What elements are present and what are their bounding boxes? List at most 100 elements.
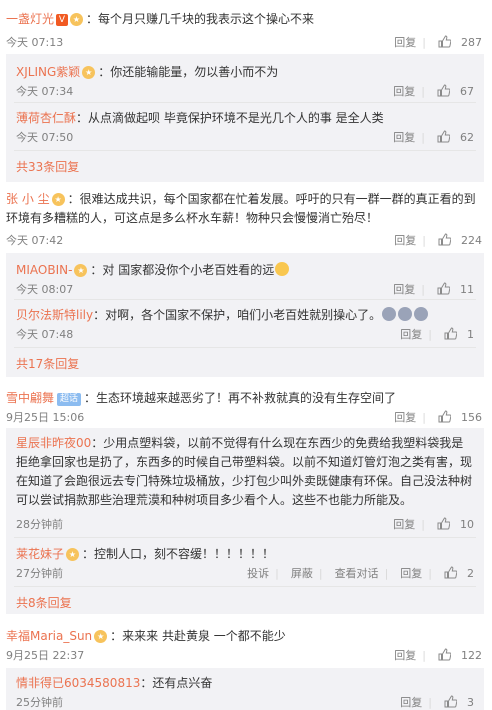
reply-actions: 回复 | 1 xyxy=(394,326,474,342)
divider xyxy=(14,586,476,587)
fan-badge-icon: ★ xyxy=(94,630,108,643)
reply-time: 今天 07:48 xyxy=(16,328,74,341)
comment-user-name[interactable]: 一盏灯光 xyxy=(6,12,54,26)
divider xyxy=(14,537,476,538)
divider: | xyxy=(421,131,425,144)
reply-text: ：从点滴做起呗 毕竟保护环境不是光几个人的事 是全人类 xyxy=(76,111,384,125)
reply-text: ：控制人口，刻不容缓！！！！！！ xyxy=(82,547,275,561)
divider: | xyxy=(421,518,425,531)
thumb-up-icon xyxy=(437,517,450,530)
reply-button[interactable]: 回复 xyxy=(394,649,416,662)
like-button[interactable]: 287 xyxy=(438,35,482,49)
reply-button[interactable]: 回复 xyxy=(393,518,415,531)
reply-button[interactable]: 回复 xyxy=(400,328,422,341)
report-button[interactable]: 投诉 xyxy=(247,567,269,580)
fan-badge-icon: ★ xyxy=(51,193,65,206)
like-button[interactable]: 3 xyxy=(444,695,474,709)
topic-badge: 超话 xyxy=(57,393,82,406)
reply-time: 今天 07:50 xyxy=(16,131,74,144)
thumb-up-icon xyxy=(437,130,450,143)
reply-box: 情非得已6034580813：还有点兴奋 25分钟前 回复 | 3 xyxy=(6,668,484,710)
divider: | xyxy=(421,85,425,98)
reply-actions: 回复 | 67 xyxy=(387,83,474,99)
reply-actions: 投诉 | 屏蔽 | 查看对话 | 回复 | 2 xyxy=(241,565,474,581)
divider: | xyxy=(428,328,432,341)
divider: | xyxy=(422,649,426,662)
block-button[interactable]: 屏蔽 xyxy=(291,567,313,580)
reply-button[interactable]: 回复 xyxy=(393,131,415,144)
reply-user-name[interactable]: 星辰非昨夜00 xyxy=(16,436,91,450)
reply-item: 薄荷杏仁酥：从点滴做起呗 毕竟保护环境不是光几个人的事 是全人类 xyxy=(16,109,474,126)
comment-text: ：很难达成共识，每个国家都在忙着发展。呼吁的只有一群一群的真正看的到环境有多糟糕… xyxy=(6,192,476,225)
thumb-up-icon xyxy=(438,233,451,246)
comment-text-row: 雪中翩舞 超话 ：生态环境越来越恶劣了！再不补救就真的没有生存空间了 xyxy=(6,389,486,406)
like-button[interactable]: 2 xyxy=(444,566,474,580)
reply-user-name[interactable]: 情非得已6034580813 xyxy=(16,676,140,690)
comment-user-name[interactable]: 雪中翩舞 xyxy=(6,391,54,405)
divider: | xyxy=(422,411,426,424)
more-replies-link[interactable]: 共33条回复 xyxy=(16,158,79,175)
thumb-up-icon xyxy=(438,648,451,661)
thumb-up-icon xyxy=(437,282,450,295)
reply-text: ：对 国家都没你个小老百姓看的远 xyxy=(90,263,275,277)
comment-actions: 回复 | 224 xyxy=(388,232,482,248)
comment-text-row: 一盏灯光 V ★ ：每个月只赚几千块的我表示这个操心不来 xyxy=(6,10,486,27)
divider: | xyxy=(422,234,426,247)
reply-button[interactable]: 回复 xyxy=(394,234,416,247)
like-button[interactable]: 11 xyxy=(437,282,474,296)
reply-button[interactable]: 回复 xyxy=(400,567,422,580)
more-replies-link[interactable]: 共8条回复 xyxy=(16,594,72,611)
reply-user-name[interactable]: 薄荷杏仁酥 xyxy=(16,111,76,125)
comment-actions: 回复 | 156 xyxy=(388,409,482,425)
reply-button[interactable]: 回复 xyxy=(393,85,415,98)
thumb-up-icon xyxy=(438,35,451,48)
reply-actions: 回复 | 11 xyxy=(387,281,474,297)
reply-button[interactable]: 回复 xyxy=(394,36,416,49)
comment-text: ：生态环境越来越恶劣了！再不补救就真的没有生存空间了 xyxy=(84,391,397,405)
reply-user-name[interactable]: MIAOBIN- xyxy=(16,263,72,277)
comment-text: ：来来来 共赴黄泉 一个都不能少 xyxy=(110,629,286,643)
comment-user-name[interactable]: 张 小 尘 xyxy=(6,192,50,206)
like-count: 1 xyxy=(467,328,474,341)
like-button[interactable]: 67 xyxy=(437,84,474,98)
crying-emoji-icon xyxy=(398,307,413,321)
reply-item: 莱花妹子 ★ ：控制人口，刻不容缓！！！！！！ xyxy=(16,545,474,562)
reply-text: ：还有点兴奋 xyxy=(140,676,213,690)
like-count: 156 xyxy=(461,411,482,424)
divider: | xyxy=(421,283,425,296)
like-button[interactable]: 62 xyxy=(437,130,474,144)
reply-actions: 回复 | 62 xyxy=(387,129,474,145)
vip-icon: V xyxy=(56,14,69,26)
like-count: 224 xyxy=(461,234,482,247)
reply-item: MIAOBIN- ★ ：对 国家都没你个小老百姓看的远 xyxy=(16,261,474,278)
reply-box: MIAOBIN- ★ ：对 国家都没你个小老百姓看的远 今天 08:07 回复 | 11… xyxy=(6,253,484,377)
reply-text: ：你还能输能量，勿以善小而不为 xyxy=(98,65,279,79)
fan-badge-icon: ★ xyxy=(66,548,80,561)
divider xyxy=(14,347,476,348)
comment-user-name[interactable]: 幸福Maria_Sun xyxy=(6,629,92,643)
like-button[interactable]: 122 xyxy=(438,648,482,662)
reply-button[interactable]: 回复 xyxy=(393,283,415,296)
like-button[interactable]: 156 xyxy=(438,410,482,424)
more-replies-link[interactable]: 共17条回复 xyxy=(16,355,79,372)
comment-time: 9月25日 15:06 xyxy=(6,411,85,424)
reply-user-name[interactable]: 贝尔法斯特lily xyxy=(16,308,93,322)
fan-badge-icon: ★ xyxy=(82,66,96,79)
like-button[interactable]: 224 xyxy=(438,233,482,247)
reply-button[interactable]: 回复 xyxy=(400,696,422,709)
thumb-up-icon xyxy=(437,84,450,97)
like-button[interactable]: 1 xyxy=(444,327,474,341)
reply-user-name[interactable]: 莱花妹子 xyxy=(16,547,64,561)
reply-button[interactable]: 回复 xyxy=(394,411,416,424)
divider: | xyxy=(318,567,323,580)
thumb-up-icon xyxy=(444,695,457,708)
comment-time: 今天 07:42 xyxy=(6,234,64,247)
reply-text: ：对啊，各个国家不保护，咱们小老百姓就别操心了。 xyxy=(93,308,382,322)
like-button[interactable]: 10 xyxy=(437,517,474,531)
view-dialog-button[interactable]: 查看对话 xyxy=(335,567,379,580)
divider: | xyxy=(275,567,279,580)
reply-user-name[interactable]: XJLING紫颖 xyxy=(16,65,80,79)
comment-actions: 回复 | 122 xyxy=(388,647,482,663)
comment-text-row: 张 小 尘 ★ ：很难达成共识，每个国家都在忙着发展。呼吁的只有一群一群的真正看的到… xyxy=(6,190,486,228)
smile-emoji-icon xyxy=(275,262,290,276)
